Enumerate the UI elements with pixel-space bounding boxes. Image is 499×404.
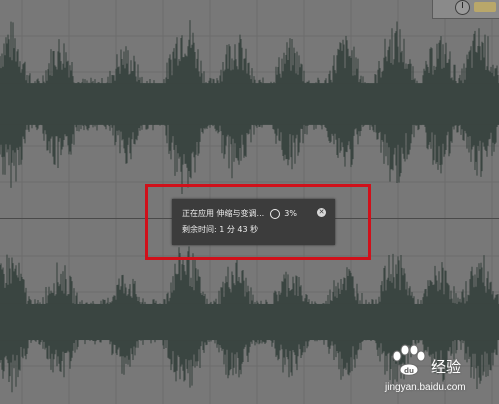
watermark-brand: 经验 <box>431 358 462 376</box>
paw-logo-icon: du <box>392 344 426 376</box>
svg-text:du: du <box>404 367 414 375</box>
level-meter <box>474 2 496 12</box>
highlight-annotation <box>145 184 371 260</box>
knob-icon[interactable] <box>455 0 470 15</box>
watermark-site: jingyan.baidu.com <box>385 382 466 393</box>
watermark: du 经验 jingyan.baidu.com <box>380 344 495 396</box>
audio-editor: 正在应用 伸缩与变调... 3% 剩余时间: 1 分 43 秒 ✕ du 经验 … <box>0 0 499 404</box>
